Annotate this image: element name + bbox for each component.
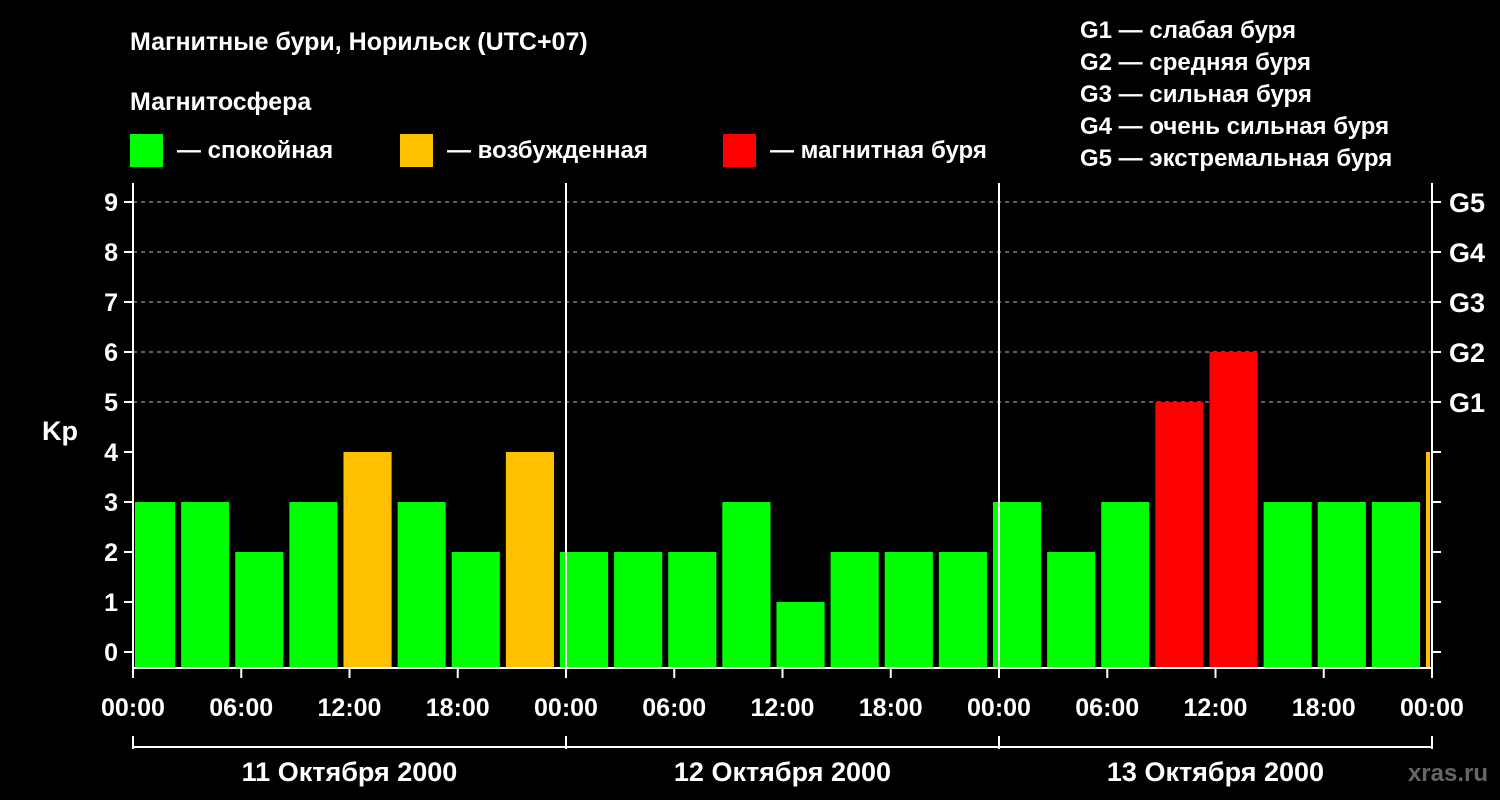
- day-label: 11 Октября 2000: [242, 757, 458, 787]
- bar: [1155, 402, 1204, 668]
- g-level-label: G1: [1449, 388, 1485, 418]
- g-scale-entry: G2 — средняя буря: [1080, 49, 1311, 76]
- bar: [938, 552, 987, 668]
- bar: [1209, 352, 1258, 668]
- kp-chart: Магнитные бури, Норильск (UTC+07) Магнито…: [42, 17, 1488, 787]
- x-tick-label: 00:00: [534, 694, 598, 722]
- x-tick-label: 00:00: [967, 694, 1031, 722]
- legend-label-active: — возбужденная: [447, 137, 648, 164]
- g-level-label: G4: [1449, 238, 1485, 268]
- y-axis-label: Kp: [42, 416, 78, 446]
- bar: [559, 552, 609, 668]
- g-level-label: G3: [1449, 288, 1485, 318]
- g-scale-entry: G5 — экстремальная буря: [1080, 145, 1392, 172]
- bar: [181, 502, 230, 668]
- bar: [884, 552, 933, 668]
- x-tick-label: 12:00: [318, 694, 382, 722]
- x-tick-label: 12:00: [1184, 694, 1248, 722]
- x-tick-label: 18:00: [1292, 694, 1356, 722]
- x-tick-label: 06:00: [642, 694, 706, 722]
- bar: [1047, 552, 1096, 668]
- y-tick-label: 4: [104, 439, 118, 467]
- y-tick-label: 7: [104, 289, 118, 317]
- bar: [1425, 452, 1430, 668]
- bar: [397, 502, 446, 668]
- y-tick-label: 0: [104, 639, 118, 667]
- bar: [1101, 502, 1150, 668]
- bar: [135, 502, 176, 668]
- bar: [668, 552, 717, 668]
- bar: [451, 552, 500, 668]
- x-tick-label: 18:00: [859, 694, 923, 722]
- bar: [289, 502, 338, 668]
- y-tick-label: 1: [104, 589, 118, 617]
- legend-swatch-calm: [130, 134, 163, 167]
- bar: [1371, 502, 1420, 668]
- x-tick-label: 18:00: [426, 694, 490, 722]
- x-tick-label: 00:00: [1400, 694, 1464, 722]
- bar: [614, 552, 663, 668]
- bar: [776, 602, 825, 668]
- bar: [1317, 502, 1366, 668]
- legend-label-storm: — магнитная буря: [770, 137, 987, 164]
- day-label: 13 Октября 2000: [1107, 757, 1324, 787]
- x-tick-label: 06:00: [1075, 694, 1139, 722]
- x-tick-label: 06:00: [209, 694, 273, 722]
- y-tick-label: 3: [104, 489, 118, 517]
- y-tick-label: 9: [104, 189, 118, 217]
- bar: [1263, 502, 1312, 668]
- day-label: 12 Октября 2000: [674, 757, 891, 787]
- legend-swatch-active: [400, 134, 433, 167]
- chart-title: Магнитные бури, Норильск (UTC+07): [130, 28, 588, 56]
- y-tick-label: 8: [104, 239, 118, 267]
- y-tick-label: 6: [104, 339, 118, 367]
- x-tick-label: 12:00: [751, 694, 815, 722]
- g-level-label: G2: [1449, 338, 1485, 368]
- bar: [722, 502, 771, 668]
- g-level-label: G5: [1449, 188, 1485, 218]
- y-tick-label: 5: [104, 389, 118, 417]
- y-tick-label: 2: [104, 539, 118, 567]
- bar: [830, 552, 879, 668]
- g-scale-entry: G3 — сильная буря: [1080, 81, 1312, 108]
- legend-swatch-storm: [723, 134, 756, 167]
- legend-title: Магнитосфера: [130, 88, 312, 116]
- bar: [505, 452, 554, 668]
- bar: [235, 552, 284, 668]
- g-scale-entry: G4 — очень сильная буря: [1080, 113, 1389, 140]
- watermark: xras.ru: [1408, 760, 1488, 787]
- legend-label-calm: — спокойная: [177, 137, 333, 164]
- x-tick-label: 00:00: [101, 694, 165, 722]
- g-scale-entry: G1 — слабая буря: [1080, 17, 1296, 44]
- bar: [343, 452, 392, 668]
- bar: [992, 502, 1042, 668]
